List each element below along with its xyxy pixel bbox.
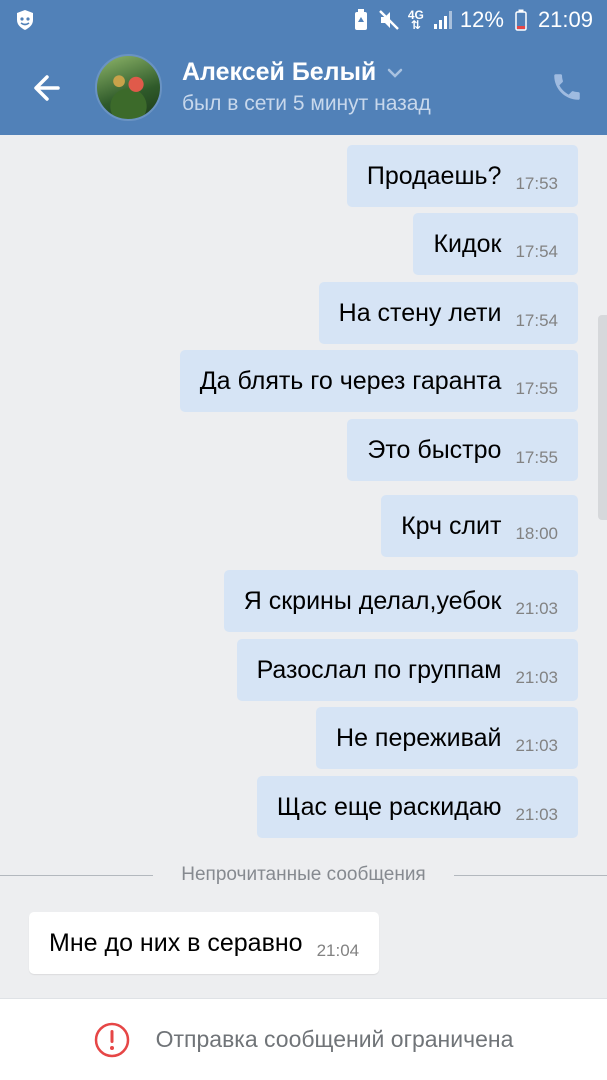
message-outgoing[interactable]: Разослал по группам 21:03: [236, 639, 578, 701]
battery-percent: 12%: [459, 7, 504, 32]
message-outgoing[interactable]: На стену лети 17:54: [318, 282, 578, 344]
message-text: Продаешь?: [366, 161, 502, 190]
contact-status: был в сети 5 минут назад: [182, 92, 431, 115]
message-text: Крч слит: [401, 511, 502, 540]
signal-icon: [432, 9, 454, 31]
message-time: 18:00: [515, 524, 558, 543]
message-time: 21:03: [515, 599, 558, 618]
divider-line: [0, 874, 154, 876]
battery-icon: [510, 9, 532, 31]
chat-header: Алексей Белый был в сети 5 минут назад: [0, 40, 607, 135]
divider-line: [453, 874, 607, 876]
message-time: 17:55: [515, 448, 558, 467]
message-time: 17:54: [515, 242, 558, 261]
message-time: 17:54: [515, 311, 558, 330]
message-text: Не переживай: [336, 723, 502, 752]
mute-icon: [378, 9, 400, 31]
battery-saver-icon: [350, 9, 372, 31]
message-text: Мне до них в серавно: [49, 928, 303, 957]
message-incoming[interactable]: Мне до них в серавно 21:04: [29, 912, 380, 974]
message-text: Щас еще раскидаю: [276, 792, 502, 821]
back-button[interactable]: [28, 70, 68, 106]
call-button[interactable]: [550, 70, 584, 104]
message-outgoing[interactable]: Кидок 17:54: [413, 213, 578, 275]
avatar[interactable]: [95, 54, 162, 121]
message-time: 21:04: [316, 941, 360, 960]
network-type-icon: 4G ⇅: [407, 8, 424, 32]
message-time: 17:53: [515, 174, 558, 193]
message-text: Я скрины делал,уебок: [243, 586, 502, 615]
scrollbar[interactable]: [598, 315, 607, 520]
arrow-left-icon: [34, 75, 60, 101]
message-time: 21:03: [515, 736, 558, 755]
message-text: На стену лети: [338, 298, 502, 327]
message-outgoing[interactable]: Продаешь? 17:53: [346, 145, 578, 207]
message-text: Да блять го через гаранта: [199, 366, 502, 395]
alert-icon: [94, 1022, 129, 1057]
unread-divider: Непрочитанные сообщения: [0, 862, 607, 888]
message-text: Кидок: [433, 229, 502, 258]
message-outgoing[interactable]: Это быстро 17:55: [347, 419, 578, 481]
message-outgoing[interactable]: Да блять го через гаранта 17:55: [179, 350, 578, 412]
clock: 21:09: [537, 7, 593, 32]
message-time: 17:55: [515, 379, 558, 398]
contact-name[interactable]: Алексей Белый: [182, 58, 404, 87]
message-text: Разослал по группам: [256, 655, 502, 684]
message-time: 21:03: [515, 805, 558, 824]
message-outgoing[interactable]: Щас еще раскидаю 21:03: [256, 776, 578, 838]
message-outgoing[interactable]: Я скрины делал,уебок 21:03: [223, 570, 578, 632]
status-bar: 4G ⇅ 12% 21:09: [0, 0, 607, 40]
restriction-notice: Отправка сообщений ограничена: [155, 1026, 514, 1052]
message-text: Это быстро: [367, 435, 502, 464]
chevron-down-icon: [388, 68, 403, 78]
vk-shield-icon: [14, 9, 36, 31]
message-outgoing[interactable]: Не переживай 21:03: [316, 707, 578, 769]
unread-divider-label: Непрочитанные сообщения: [181, 864, 426, 885]
messaging-restricted-banner: Отправка сообщений ограничена: [0, 998, 607, 1080]
message-outgoing[interactable]: Крч слит 18:00: [381, 495, 578, 557]
message-time: 21:03: [515, 668, 558, 687]
phone-icon: [554, 74, 580, 100]
